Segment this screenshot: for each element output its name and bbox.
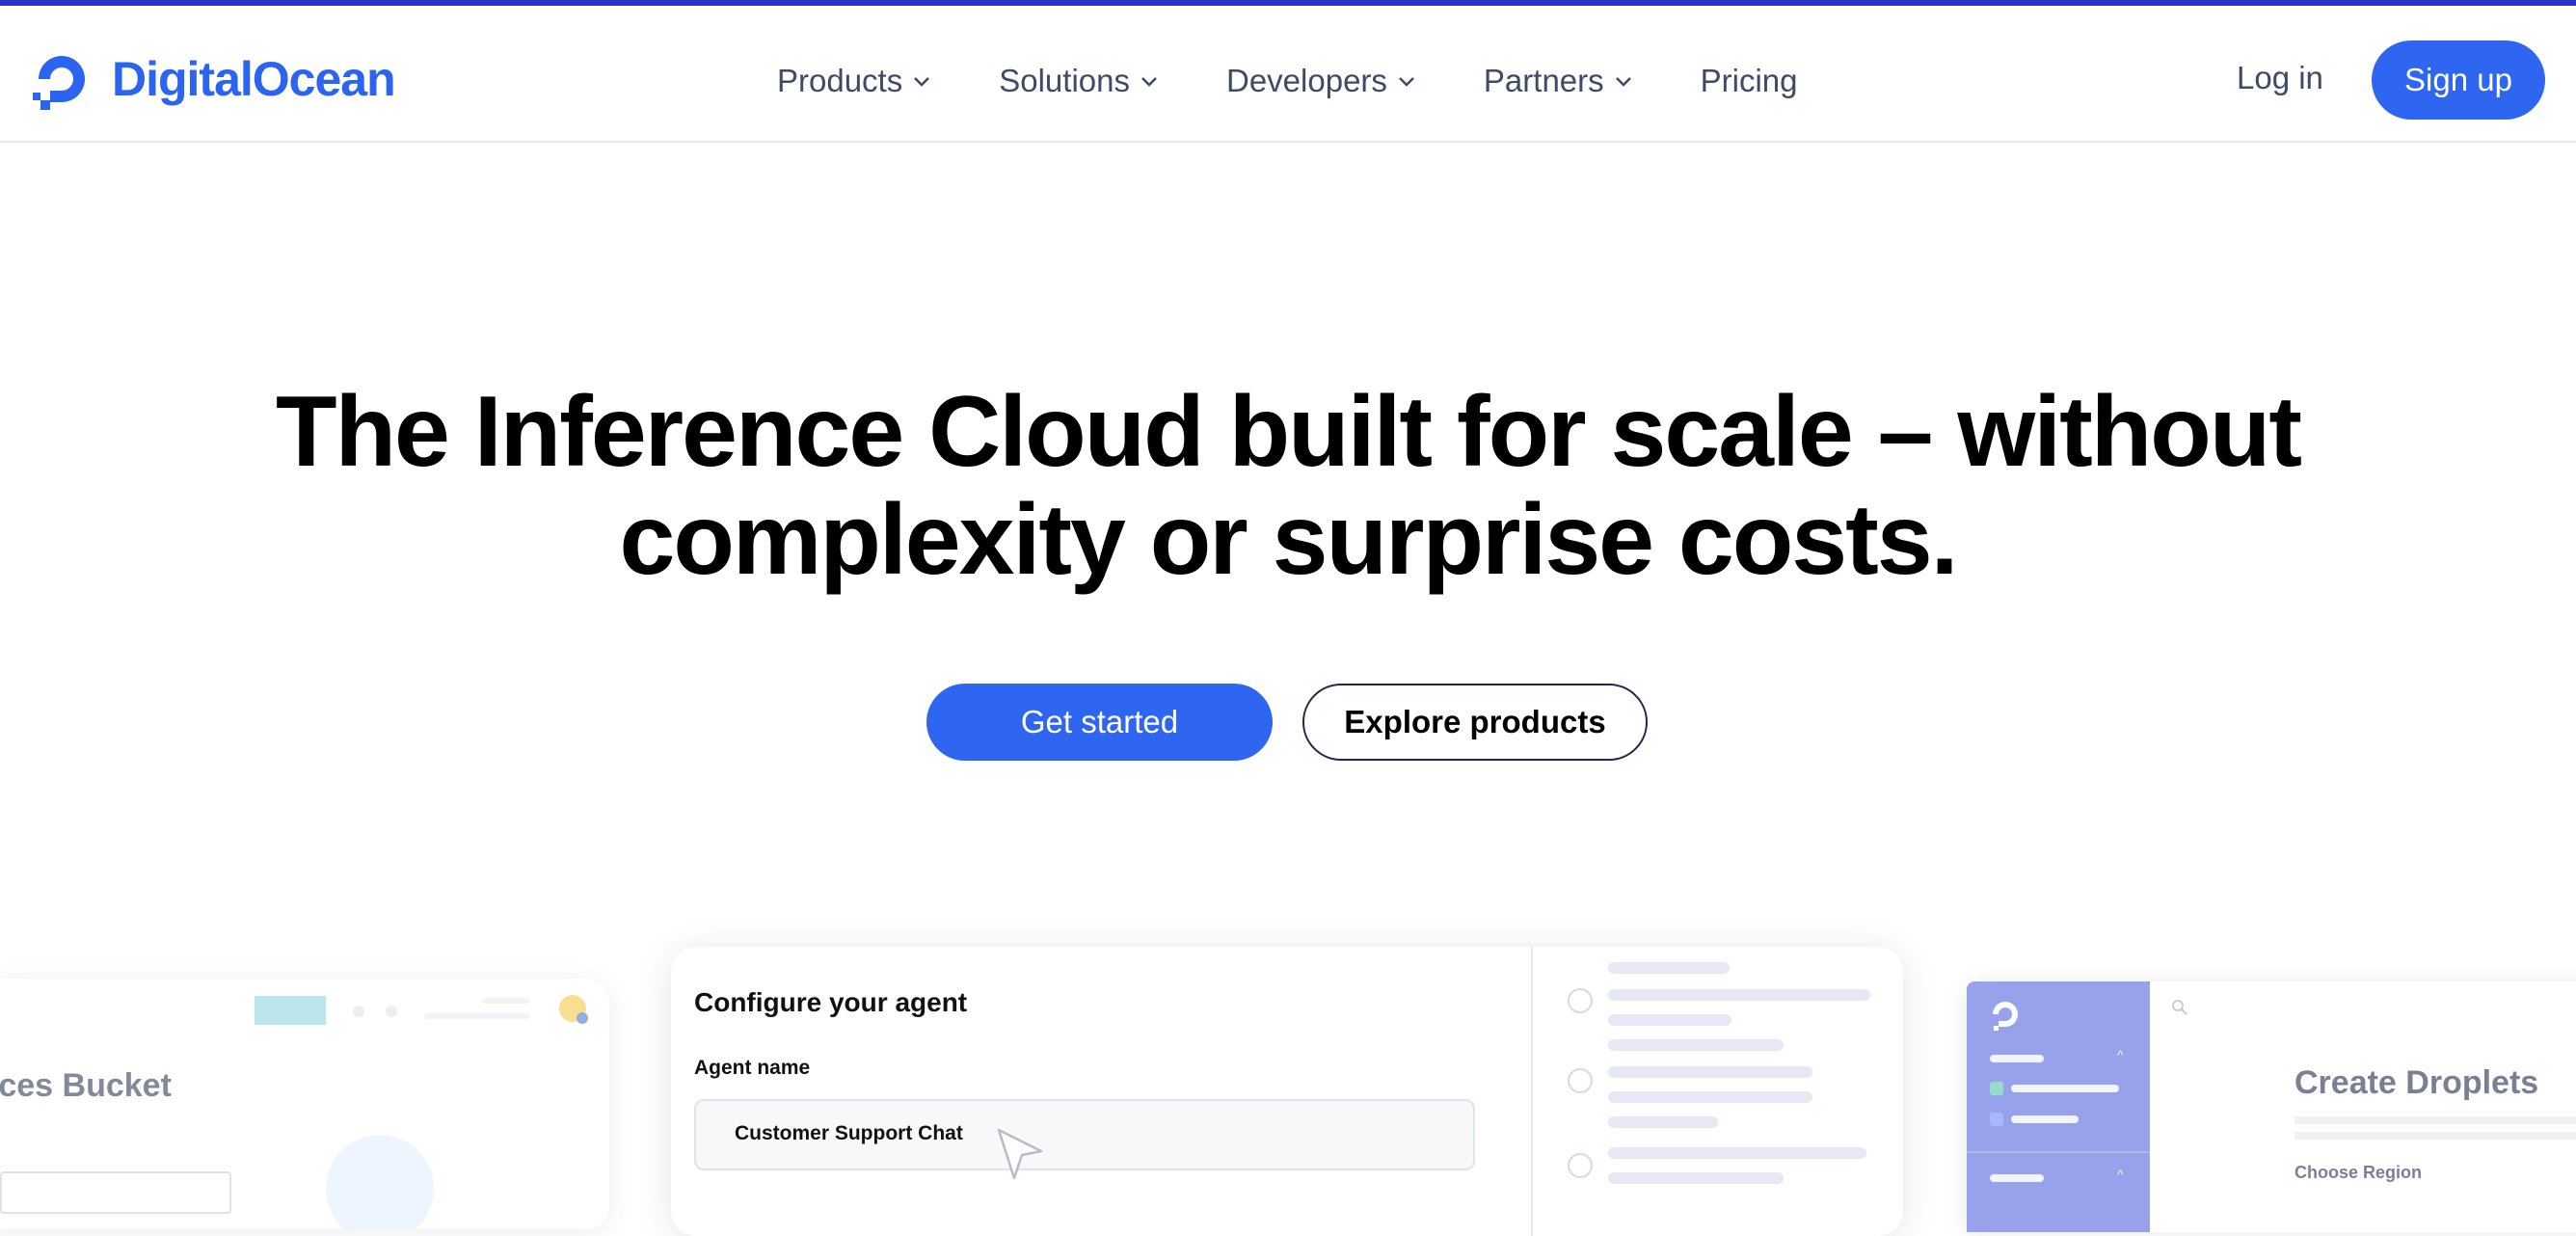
preview-skeleton-line [1608, 1039, 1784, 1051]
chevron-down-icon [1399, 77, 1414, 87]
nav-products-label: Products [777, 63, 903, 98]
preview-skeleton-line [1608, 1147, 1866, 1159]
preview-card-droplets: ^ ^ Create Droplets Choose Region [1967, 981, 2576, 1232]
preview-sidebar-line [1990, 1174, 2044, 1182]
choose-region-label: Choose Region [2294, 1163, 2423, 1182]
hero-title-line1: The Inference Cloud built for scale – wi… [276, 376, 2302, 488]
preview-skeleton-line [424, 1013, 530, 1019]
chevron-up-icon: ^ [2117, 1047, 2124, 1062]
preview-sidebar: ^ ^ [1967, 981, 2150, 1232]
explore-products-button[interactable]: Explore products [1302, 684, 1648, 761]
create-droplets-title: Create Droplets [2294, 1064, 2539, 1101]
preview-input-box [0, 1171, 231, 1214]
preview-divider [1531, 947, 1533, 1236]
preview-dot [353, 1006, 364, 1017]
preview-skeleton-line [2294, 1116, 2576, 1124]
nav-developers[interactable]: Developers [1226, 63, 1416, 99]
preview-sidebar-square [1990, 1082, 2003, 1095]
agent-name-value: Customer Support Chat [735, 1122, 963, 1144]
preview-card-spaces: Spaces Bucket [0, 979, 609, 1229]
preview-skeleton-line [1608, 962, 1730, 974]
preview-sidebar-line [1990, 1055, 2044, 1062]
agent-name-label: Agent name [694, 1057, 811, 1079]
nav-partners[interactable]: Partners [1484, 63, 1633, 99]
site-header: DigitalOcean Products Solutions Develope… [0, 6, 2576, 143]
avatar-status-badge [577, 1012, 588, 1024]
preview-skeleton-line [1608, 1116, 1718, 1128]
hero-title-line2: complexity or surprise costs. [619, 484, 1959, 596]
preview-sidebar-square [1990, 1113, 2003, 1126]
preview-circle-graphic [326, 1135, 434, 1229]
main-navigation: Products Solutions Developers Partners P… [777, 52, 1798, 110]
agent-name-field: Customer Support Chat [694, 1099, 1475, 1170]
nav-solutions[interactable]: Solutions [999, 63, 1159, 99]
preview-sidebar-line [2011, 1085, 2119, 1092]
preview-skeleton-line [1608, 1014, 1731, 1026]
chevron-down-icon [914, 77, 930, 87]
login-link[interactable]: Log in [2237, 60, 2323, 96]
get-started-button[interactable]: Get started [926, 684, 1273, 761]
preview-card-agent: Configure your agent Agent name Customer… [671, 947, 1903, 1236]
mouse-pointer-icon [997, 1128, 1043, 1180]
nav-partners-label: Partners [1483, 63, 1604, 98]
nav-pricing-label: Pricing [1700, 63, 1798, 98]
preview-dot [386, 1006, 397, 1017]
chevron-down-icon [1141, 77, 1157, 87]
preview-skeleton-line [1608, 989, 1870, 1001]
hero-title: The Inference Cloud built for scale – wi… [0, 378, 2576, 594]
preview-skeleton-line [1608, 1066, 1812, 1078]
digitalocean-logo-icon [33, 56, 85, 110]
digitalocean-logo-icon [1993, 1002, 2018, 1031]
chevron-up-icon: ^ [2117, 1167, 2124, 1182]
preview-skeleton-line [1608, 1091, 1812, 1103]
spaces-bucket-title: Spaces Bucket [0, 1067, 172, 1104]
preview-radio [1568, 1068, 1593, 1093]
nav-pricing[interactable]: Pricing [1701, 63, 1798, 99]
nav-products[interactable]: Products [777, 63, 931, 99]
preview-skeleton-line [2294, 1132, 2576, 1140]
search-icon [2172, 1000, 2187, 1015]
preview-sidebar-line [2011, 1115, 2079, 1123]
brand-name: DigitalOcean [112, 52, 396, 106]
nav-solutions-label: Solutions [999, 63, 1130, 98]
preview-skeleton-line [482, 998, 530, 1004]
preview-toolbar-block [255, 996, 326, 1025]
nav-developers-label: Developers [1226, 63, 1387, 98]
preview-sidebar-line [1967, 1151, 2150, 1153]
chevron-down-icon [1615, 77, 1631, 87]
configure-agent-heading: Configure your agent [694, 987, 968, 1017]
signup-button[interactable]: Sign up [2372, 40, 2545, 120]
brand-logo[interactable]: DigitalOcean [29, 44, 396, 114]
preview-skeleton-line [1608, 1172, 1784, 1184]
preview-radio [1568, 988, 1593, 1013]
preview-radio [1568, 1153, 1593, 1178]
